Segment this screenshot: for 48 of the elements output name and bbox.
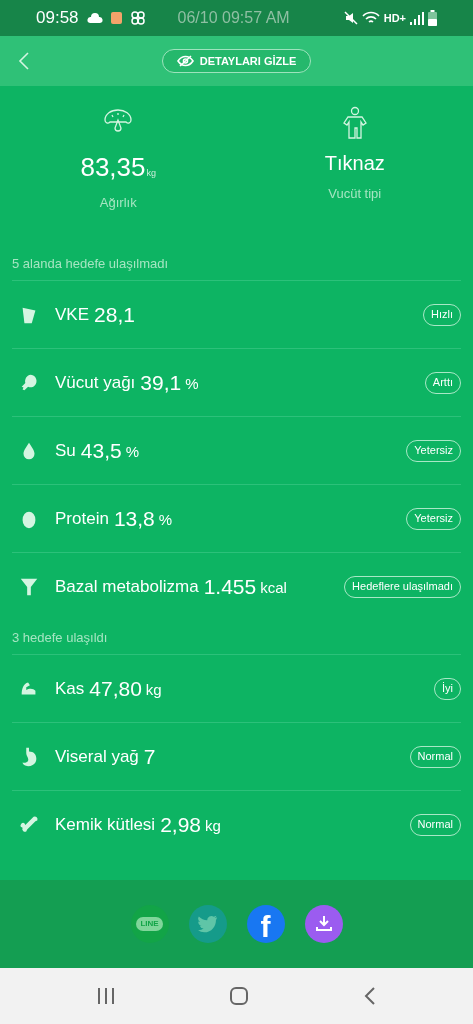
metric-unit: %	[158, 510, 173, 531]
metric-value: 1.455	[203, 573, 257, 600]
recent-apps-icon[interactable]	[97, 988, 116, 1004]
metric-value: 7	[143, 743, 156, 770]
status-time: 09:58	[36, 7, 79, 30]
metric-value: 47,80	[89, 675, 142, 702]
metric-name: Vücut yağı	[55, 371, 136, 394]
metric-name: Kemik kütlesi	[55, 813, 156, 836]
line-share-button[interactable]: LINE	[130, 905, 169, 943]
metric-value: 13,8	[113, 505, 155, 532]
summary-value: Tıknaz	[324, 151, 385, 176]
cloud-icon	[86, 13, 103, 23]
signal-icon	[410, 11, 424, 25]
metric-name: VKE	[55, 303, 90, 326]
metric-unit: %	[125, 442, 139, 463]
metric-value: 39,1	[140, 369, 182, 396]
app-notification-icon	[110, 12, 122, 24]
summary-label: Ağırlık	[99, 194, 137, 212]
facebook-share-button[interactable]: f	[246, 905, 285, 943]
status-center-time: 06/10 09:57 AM	[177, 8, 290, 28]
eye-hidden-icon	[176, 55, 194, 67]
metric-unit: kg	[205, 816, 221, 837]
download-icon	[313, 914, 334, 934]
metric-unit: %	[185, 374, 199, 395]
metric-unit: kcal	[260, 578, 287, 599]
metric-name: Protein	[55, 507, 109, 530]
home-icon[interactable]	[229, 986, 250, 1006]
metric-value: 43,5	[80, 437, 122, 464]
hide-details-toggle[interactable]: DETAYLARI GİZLE	[162, 49, 311, 73]
section-title: 3 hedefe ulaşıldı	[12, 629, 109, 647]
metric-name: Kas	[55, 677, 85, 700]
metric-unit: kg	[145, 680, 162, 701]
summary-unit: kg	[146, 167, 157, 180]
download-button[interactable]	[304, 905, 343, 943]
bird-icon	[197, 915, 218, 933]
mute-icon	[343, 11, 358, 25]
metric-name: Bazal metabolizma	[55, 575, 199, 598]
wifi-icon	[361, 11, 380, 25]
summary-value: 83,35	[80, 151, 146, 184]
battery-icon	[428, 10, 437, 26]
summary-label: Vucüt tipi	[328, 185, 382, 203]
metric-value: 28,1	[94, 301, 135, 328]
section-title: 5 alanda hedefe ulaşılmadı	[12, 255, 170, 273]
metric-value: 2,98	[160, 811, 201, 838]
back-nav-icon[interactable]	[363, 987, 376, 1005]
network-label: HD+	[383, 10, 406, 26]
metric-name: Su	[55, 439, 76, 462]
metric-name: Viseral yağ	[55, 745, 139, 768]
